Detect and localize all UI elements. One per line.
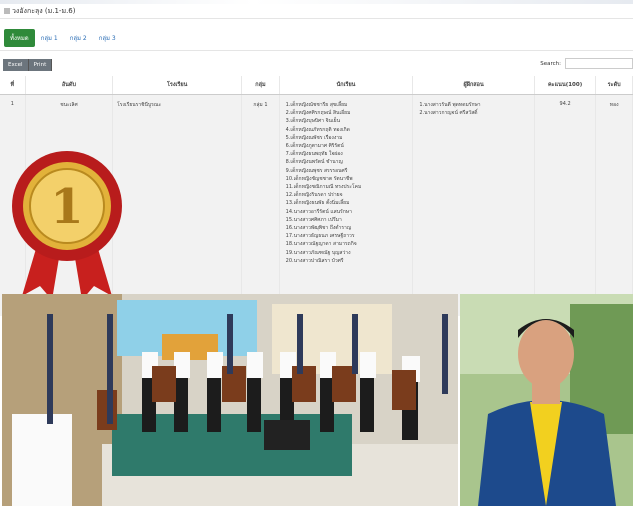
cell-level: ทอง <box>595 94 633 316</box>
student-name: 7.เด็กหญิงธนพฤทัย ใจผ่อง <box>285 151 343 158</box>
page-title: วงอังกะลุง (ม.1-ม.6) <box>4 6 75 17</box>
cell-score: 94.2 <box>534 94 597 316</box>
student-name: 20.นางสาวปาณิสรา บัวศรี <box>285 257 344 264</box>
student-name: 3.เด็กหญิงบุษบิศา จินเย็น <box>285 118 341 125</box>
search-input[interactable] <box>565 58 633 69</box>
student-name: 11.เด็กหญิงชณิกามณี ทรงประโคม <box>285 184 362 191</box>
cell-school: โรงเรียนราชินีบูรณะ <box>112 94 243 316</box>
student-name: 8.เด็กหญิงนพรัตน์ ชำนาญ <box>285 159 343 166</box>
col-rank[interactable]: อันดับ <box>25 76 114 95</box>
student-name: 1.เด็กหญิงณัชชารีย สุขเลี้ยม <box>285 102 348 108</box>
student-name: 19.นางสาวภัณฑณัฐ บุญสว่าง <box>285 249 351 256</box>
page-title-text: วงอังกะลุง (ม.1-ม.6) <box>12 7 76 15</box>
gold-medal-icon: 1 <box>12 151 122 300</box>
student-name: 17.นางสาวธัญธนภ เศรษฐีถาวร <box>285 233 355 240</box>
student-name: 9.เด็กหญิงณพุชร สรรรอนศรี <box>285 167 348 174</box>
search-label: Search: <box>540 60 561 67</box>
trainer-name: 1.นางสาวรันตี พุดทดมรักษา <box>419 102 481 108</box>
print-button[interactable]: Print <box>28 59 53 71</box>
cell-trainers: 1.นางสาวรันตี พุดทดมรักษา 2.นางสาวกาญจน์… <box>412 94 535 316</box>
col-no[interactable]: ที่ <box>0 76 26 95</box>
search-box: Search: <box>540 58 633 69</box>
student-name: 12.เด็กหญิงรินรดา ปร่ายจ <box>285 192 343 199</box>
cell-students: 1.เด็กหญิงณัชชารีย สุขเลี้ยม 2.เด็กหญิงศ… <box>279 94 414 316</box>
export-buttons: Excel Print <box>3 59 53 71</box>
trainer-name: 2.นางสาวกาญจน์ ศรีสวัสดิ์ <box>419 110 478 117</box>
col-level[interactable]: ระดับ <box>595 76 633 95</box>
cell-group: กลุ่ม 1 <box>241 94 280 316</box>
tab-all[interactable]: ทั้งหมด <box>4 29 35 47</box>
ensemble-photo <box>2 294 458 506</box>
student-name: 18.นางสาวณัฐญาดา สามารถกิจ <box>285 241 357 248</box>
student-name: 10.เด็กหญิงชัญชชาต รัตนาชีพ <box>285 175 353 182</box>
student-name: 6.เด็กหญิงภูตามาศ ศิริรัตน์ <box>285 143 344 150</box>
group-tabs: ทั้งหมด กลุ่ม 1 กลุ่ม 2 กลุ่ม 3 <box>4 29 122 47</box>
medal-number: 1 <box>50 179 83 235</box>
tab-group-3[interactable]: กลุ่ม 3 <box>93 30 122 46</box>
divider <box>0 50 633 51</box>
tab-group-2[interactable]: กลุ่ม 2 <box>64 30 93 46</box>
student-name: 16.นางสาวพัฒุพิชา ถึงต่ำราญ <box>285 225 352 232</box>
excel-button[interactable]: Excel <box>3 59 29 71</box>
student-name: 4.เด็กหญิงณภัทรกฤติ ทองเกิด <box>285 126 350 133</box>
col-group[interactable]: กลุ่ม <box>241 76 280 95</box>
top-border <box>0 0 633 4</box>
folder-icon <box>4 8 10 14</box>
col-trainers[interactable]: ผู้ฝึกสอน <box>412 76 535 95</box>
col-students[interactable]: นักเรียน <box>279 76 414 95</box>
col-school[interactable]: โรงเรียน <box>112 76 243 95</box>
divider <box>0 18 633 19</box>
student-name: 2.เด็กหญิงศศิรกฤษณ์ สินเอี่ยม <box>285 110 351 117</box>
student-name: 5.เด็กหญิงณพัชร เรืองงาม <box>285 134 343 141</box>
col-score[interactable]: คะแนน(100) <box>534 76 597 95</box>
table-header-row: ที่ อันดับ โรงเรียน กลุ่ม นักเรียน ผู้ฝึ… <box>0 76 633 95</box>
teacher-portrait-photo <box>460 294 633 506</box>
tab-group-1[interactable]: กลุ่ม 1 <box>35 30 64 46</box>
student-name: 14.นางสาวอารีรัตน์ แสนรักษา <box>285 208 352 215</box>
student-name: 13.เด็กหญิงธนพัธ ตั้งนิ่มเลี้ยม <box>285 200 350 207</box>
student-name: 15.นางสาวศศิศภา เปรีมา <box>285 216 342 223</box>
